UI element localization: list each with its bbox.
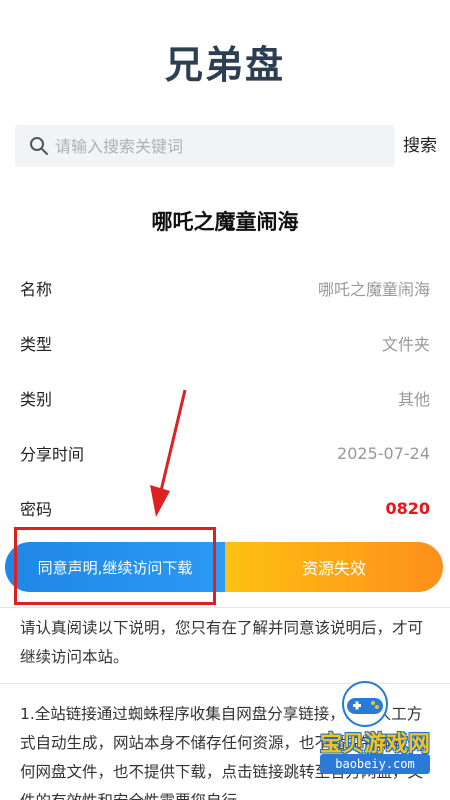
info-label: 分享时间 <box>20 445 85 464</box>
info-row-name: 名称 哪吒之魔童闹海 <box>20 273 430 303</box>
info-label: 名称 <box>20 280 53 299</box>
search-box[interactable] <box>15 125 395 167</box>
info-value: 哪吒之魔童闹海 <box>317 280 430 299</box>
info-value: 文件夹 <box>381 335 430 354</box>
info-label: 类别 <box>20 390 53 409</box>
gamepad-logo-icon <box>342 681 388 727</box>
info-row-category: 类别 其他 <box>20 383 430 413</box>
info-row-share-time: 分享时间 2025-07-24 <box>20 438 430 468</box>
report-invalid-button[interactable]: 资源失效 <box>225 542 443 592</box>
highlight-box <box>14 527 216 605</box>
info-label: 密码 <box>20 500 53 519</box>
search-button[interactable]: 搜索 <box>403 125 437 167</box>
red-arrow-icon <box>150 389 187 517</box>
info-value: 其他 <box>397 390 430 409</box>
info-row-password: 密码 0820 <box>20 493 430 523</box>
watermark: 宝贝游戏网 baobeiy.com <box>300 680 450 790</box>
search-bar: 搜索 <box>15 125 443 167</box>
search-input[interactable] <box>55 125 385 167</box>
info-value: 2025-07-24 <box>337 443 430 463</box>
search-icon <box>30 137 48 155</box>
watermark-url: baobeiy.com <box>320 754 430 774</box>
site-title: 兄弟盘 <box>164 43 285 87</box>
divider <box>0 607 450 608</box>
info-row-type: 类型 文件夹 <box>20 328 430 358</box>
notice-intro: 请认真阅读以下说明，您只有在了解并同意该说明后，才可继续访问本站。 <box>20 619 424 666</box>
password-value: 0820 <box>385 498 430 518</box>
resource-title: 哪吒之魔童闹海 <box>151 210 299 234</box>
info-label: 类型 <box>20 335 53 354</box>
